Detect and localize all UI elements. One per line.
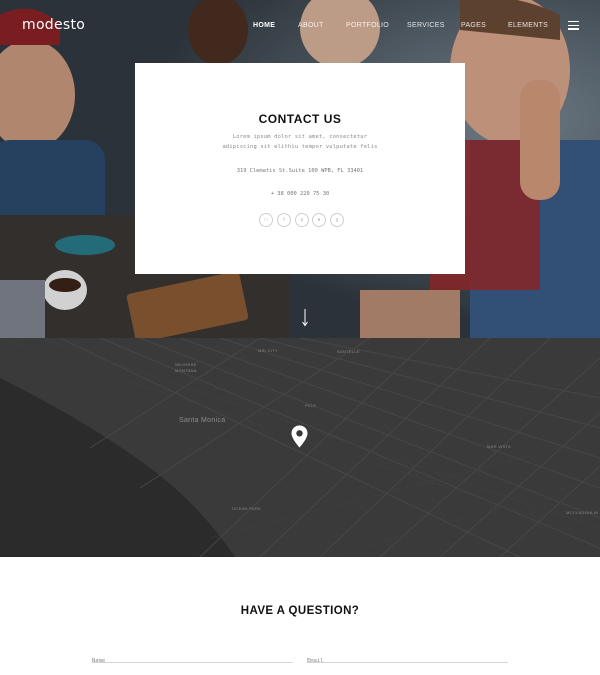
nav-portfolio[interactable]: PORTFOLIO [346,22,389,29]
arrow-down-icon[interactable] [299,309,311,327]
email-input[interactable] [307,658,508,664]
map-label-mcclaughlin: MCCLAUGHLIN [566,510,599,515]
nav-home[interactable]: HOME [253,22,275,29]
instagram-icon[interactable]: □ [259,213,273,227]
twitter-icon[interactable]: ● [312,213,326,227]
email-field[interactable] [307,649,508,664]
contact-title: CONTACT US [258,112,342,126]
google-plus-icon[interactable]: g [330,213,344,227]
map-label-mar-vista: MAR VISTA [487,444,511,449]
hamburger-icon[interactable] [568,21,579,30]
nav-elements[interactable]: ELEMENTS [508,22,548,29]
map-label-wilshire: WILSHIRE [175,362,197,367]
question-title: HAVE A QUESTION? [240,605,360,617]
map-label-montana: MONTANA [175,368,197,373]
map-label-ocean-park: OCEAN PARK [232,506,261,511]
contact-text-line2: adipiscing sit elithiu tempor vulputate … [222,144,378,150]
hero-section: modesto HOME ABOUT PORTFOLIO SERVICES PA… [0,0,600,338]
facebook-icon[interactable]: f [277,213,291,227]
contact-phone: + 38 000 220 75 30 [270,191,330,197]
map-pin-icon[interactable] [291,425,308,448]
name-field[interactable] [92,649,293,664]
contact-text-line1: Lorem ipsum dolor sit amet, consectetur [232,134,368,140]
contact-address: 319 Clematis St.Suite 100 WPB, FL 33401 [236,168,364,174]
map-label-santa-monica: Santa Monica [179,417,226,424]
pinterest-icon[interactable]: p [295,213,309,227]
nav-services[interactable]: SERVICES [407,22,445,29]
nav-about[interactable]: ABOUT [298,22,324,29]
map-label-pico: PICO [305,403,316,408]
contact-card: CONTACT US Lorem ipsum dolor sit amet, c… [135,63,465,274]
main-nav: HOME ABOUT PORTFOLIO SERVICES PAGES ELEM… [0,22,600,34]
map-label-santelle: SANTELLE [337,349,360,354]
name-input[interactable] [92,658,293,664]
nav-pages[interactable]: PAGES [461,22,486,29]
map-label-mid-city: MID CITY [258,348,278,353]
